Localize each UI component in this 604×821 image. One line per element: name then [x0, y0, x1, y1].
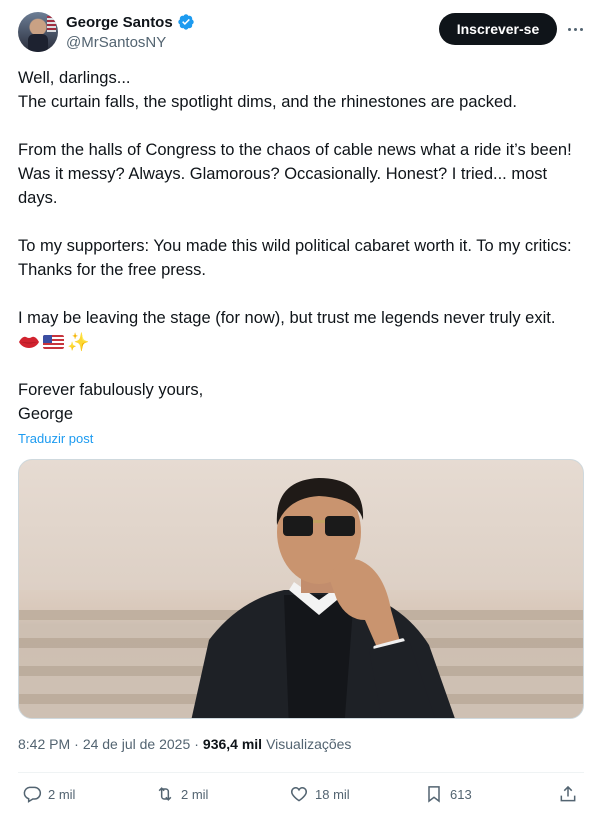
reply-count: 2 mil	[48, 786, 76, 802]
flag-backdrop	[47, 16, 56, 32]
reply-button[interactable]: 2 mil	[22, 784, 75, 804]
avatar[interactable]	[18, 12, 58, 52]
subscribe-button[interactable]: Inscrever-se	[439, 13, 557, 45]
views-label: Visualizações	[266, 736, 352, 752]
bookmark-count: 613	[450, 786, 472, 802]
post-line: George	[18, 405, 74, 423]
action-bar: 2 mil 2 mil 18 mil 613	[18, 784, 584, 814]
post-line: Forever fabulously yours,	[18, 381, 204, 399]
author-name[interactable]: George Santos	[66, 14, 173, 31]
post-line: Well, darlings...	[18, 69, 131, 87]
post-line: The curtain falls, the spotlight dims, a…	[18, 93, 517, 111]
post-header: George Santos @MrSantosNY Inscrever-se	[18, 12, 588, 56]
divider	[18, 772, 584, 773]
sparkles-emoji: ✨	[67, 332, 90, 352]
more-options-icon[interactable]	[563, 18, 587, 40]
share-button[interactable]	[558, 784, 578, 804]
avatar-figure	[28, 34, 48, 52]
post-text: Well, darlings... The curtain falls, the…	[18, 66, 588, 426]
heart-icon	[290, 786, 308, 802]
post-line: To my supporters: You made this wild pol…	[18, 237, 572, 279]
name-row: George Santos	[66, 13, 195, 31]
repost-button[interactable]: 2 mil	[155, 784, 208, 804]
post-date[interactable]: 24 de jul de 2025	[83, 736, 190, 752]
meta-separator: ·	[74, 736, 79, 752]
post-meta: 8:42 PM · 24 de jul de 2025 · 936,4 mil …	[18, 736, 351, 752]
post-time[interactable]: 8:42 PM	[18, 736, 70, 752]
bookmark-button[interactable]: 613	[424, 784, 472, 804]
lips-emoji	[19, 336, 39, 348]
repost-icon	[158, 787, 172, 801]
emoji-row: ✨	[18, 330, 588, 354]
author-info: George Santos @MrSantosNY	[66, 13, 195, 51]
like-count: 18 mil	[315, 786, 350, 802]
reply-icon	[23, 786, 42, 803]
post-image[interactable]	[18, 459, 584, 719]
verified-badge-icon	[178, 14, 194, 30]
like-button[interactable]: 18 mil	[289, 784, 350, 804]
post-line: I may be leaving the stage (for now), bu…	[18, 309, 556, 327]
views-count: 936,4 mil	[202, 736, 263, 752]
person-photo	[191, 478, 455, 718]
meta-separator: ·	[194, 736, 199, 752]
post-line: From the halls of Congress to the chaos …	[18, 141, 572, 207]
bookmark-icon	[428, 786, 440, 803]
translate-post-link[interactable]: Traduzir post	[18, 431, 93, 446]
us-flag-emoji	[43, 335, 64, 349]
repost-count: 2 mil	[181, 786, 209, 802]
share-icon	[560, 785, 576, 802]
author-handle[interactable]: @MrSantosNY	[66, 34, 195, 51]
